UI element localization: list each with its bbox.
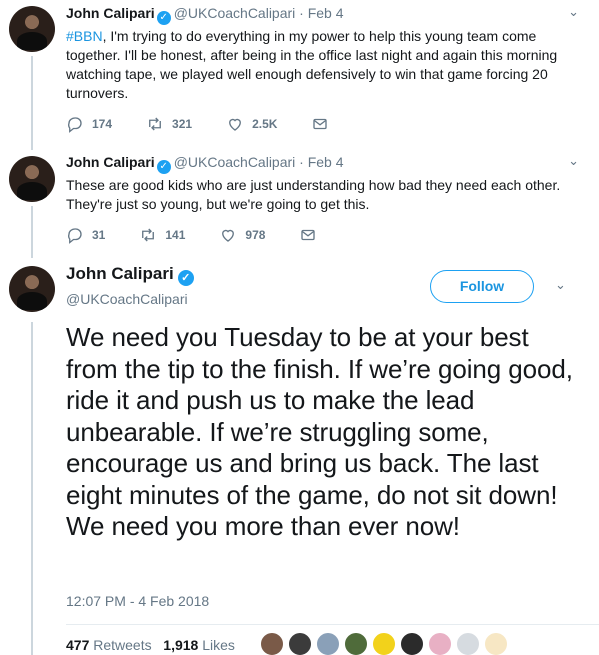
tweet-text: These are good kids who are just underst… [66, 177, 561, 212]
liker-avatar[interactable] [400, 632, 424, 655]
verified-icon: ✓ [156, 160, 171, 174]
tweet-timestamp[interactable]: 12:07 PM - 4 Feb 2018 [66, 593, 209, 609]
retweets-stat[interactable]: 477 Retweets [66, 637, 152, 653]
author-name-text: John Calipari [66, 264, 174, 283]
reply-icon [68, 117, 82, 133]
thread-line [31, 322, 33, 655]
retweet-icon [149, 117, 161, 131]
retweet-button[interactable]: 141 [139, 226, 185, 244]
like-count: 978 [245, 228, 266, 242]
avatar[interactable] [9, 266, 55, 312]
avatar[interactable] [9, 156, 55, 202]
reply-count: 174 [92, 117, 113, 131]
reply-button[interactable]: 31 [66, 226, 105, 244]
retweet-count: 141 [165, 228, 186, 242]
like-icon [229, 118, 241, 131]
thread-tweet[interactable]: John Calipari ✓ @UKCoachCalipari · Feb 4 ⌄… [66, 153, 587, 244]
hashtag-link[interactable]: #BBN [66, 28, 103, 44]
message-icon [313, 118, 328, 130]
tweet-date[interactable]: · Feb 4 [299, 5, 343, 21]
tweet-text-body: , I'm trying to do everything in my powe… [66, 28, 558, 101]
tweet-stats: 477 Retweets 1,918 Likes [66, 637, 235, 653]
main-tweet-text: We need you Tuesday to be at your best f… [66, 322, 573, 541]
verified-icon: ✓ [177, 270, 194, 286]
message-button[interactable] [299, 226, 325, 244]
like-button[interactable]: 2.5K [226, 115, 277, 133]
author-name[interactable]: John Calipari [66, 154, 155, 170]
liker-avatar[interactable] [456, 632, 480, 655]
thread-line [31, 206, 33, 258]
tweet-text: #BBN, I'm trying to do everything in my … [66, 27, 587, 103]
liker-avatar[interactable] [288, 632, 312, 655]
tweet-header: John Calipari ✓ @UKCoachCalipari · Feb 4 [66, 4, 587, 25]
liker-avatar[interactable] [260, 632, 284, 655]
tweet-header: John Calipari ✓ @UKCoachCalipari · Feb 4 [66, 153, 587, 174]
retweet-button[interactable]: 321 [146, 115, 192, 133]
retweet-count: 321 [172, 117, 193, 131]
liker-avatar[interactable] [372, 632, 396, 655]
liker-avatar[interactable] [316, 632, 340, 655]
avatar[interactable] [9, 6, 55, 52]
liker-avatar[interactable] [428, 632, 452, 655]
chevron-down-icon[interactable]: ⌄ [568, 4, 579, 20]
retweet-total: 477 [66, 637, 90, 653]
message-icon [301, 229, 316, 241]
retweet-label: Retweets [93, 637, 152, 653]
liker-avatar[interactable] [344, 632, 368, 655]
like-count: 2.5K [252, 117, 278, 131]
verified-icon: ✓ [156, 11, 171, 25]
tweet-date[interactable]: · Feb 4 [299, 154, 343, 170]
reply-icon [68, 228, 82, 244]
chevron-down-icon[interactable]: ⌄ [555, 277, 566, 293]
author-handle[interactable]: @UKCoachCalipari [174, 5, 296, 21]
retweet-icon [142, 228, 155, 242]
author-name[interactable]: John Calipari [66, 5, 155, 21]
divider [66, 624, 599, 625]
tweet-actions: 174 321 2.5K [66, 115, 587, 133]
liker-avatars [260, 632, 512, 655]
author-handle[interactable]: @UKCoachCalipari [174, 154, 296, 170]
liker-avatar[interactable] [484, 632, 508, 655]
like-icon [222, 229, 235, 242]
tweet-actions: 31 141 978 [66, 226, 587, 244]
reply-count: 31 [92, 228, 106, 242]
like-label: Likes [202, 637, 235, 653]
thread-line [31, 56, 33, 150]
reply-button[interactable]: 174 [66, 115, 112, 133]
chevron-down-icon[interactable]: ⌄ [568, 153, 579, 169]
like-total: 1,918 [163, 637, 199, 653]
message-button[interactable] [311, 115, 337, 133]
like-button[interactable]: 978 [219, 226, 265, 244]
thread-tweet[interactable]: John Calipari ✓ @UKCoachCalipari · Feb 4 ⌄… [66, 4, 587, 133]
follow-button[interactable]: Follow [430, 270, 534, 303]
main-tweet-header: John Calipari ✓ @UKCoachCalipari Follow ⌄ [66, 263, 599, 313]
likes-stat[interactable]: 1,918 Likes [163, 637, 235, 653]
